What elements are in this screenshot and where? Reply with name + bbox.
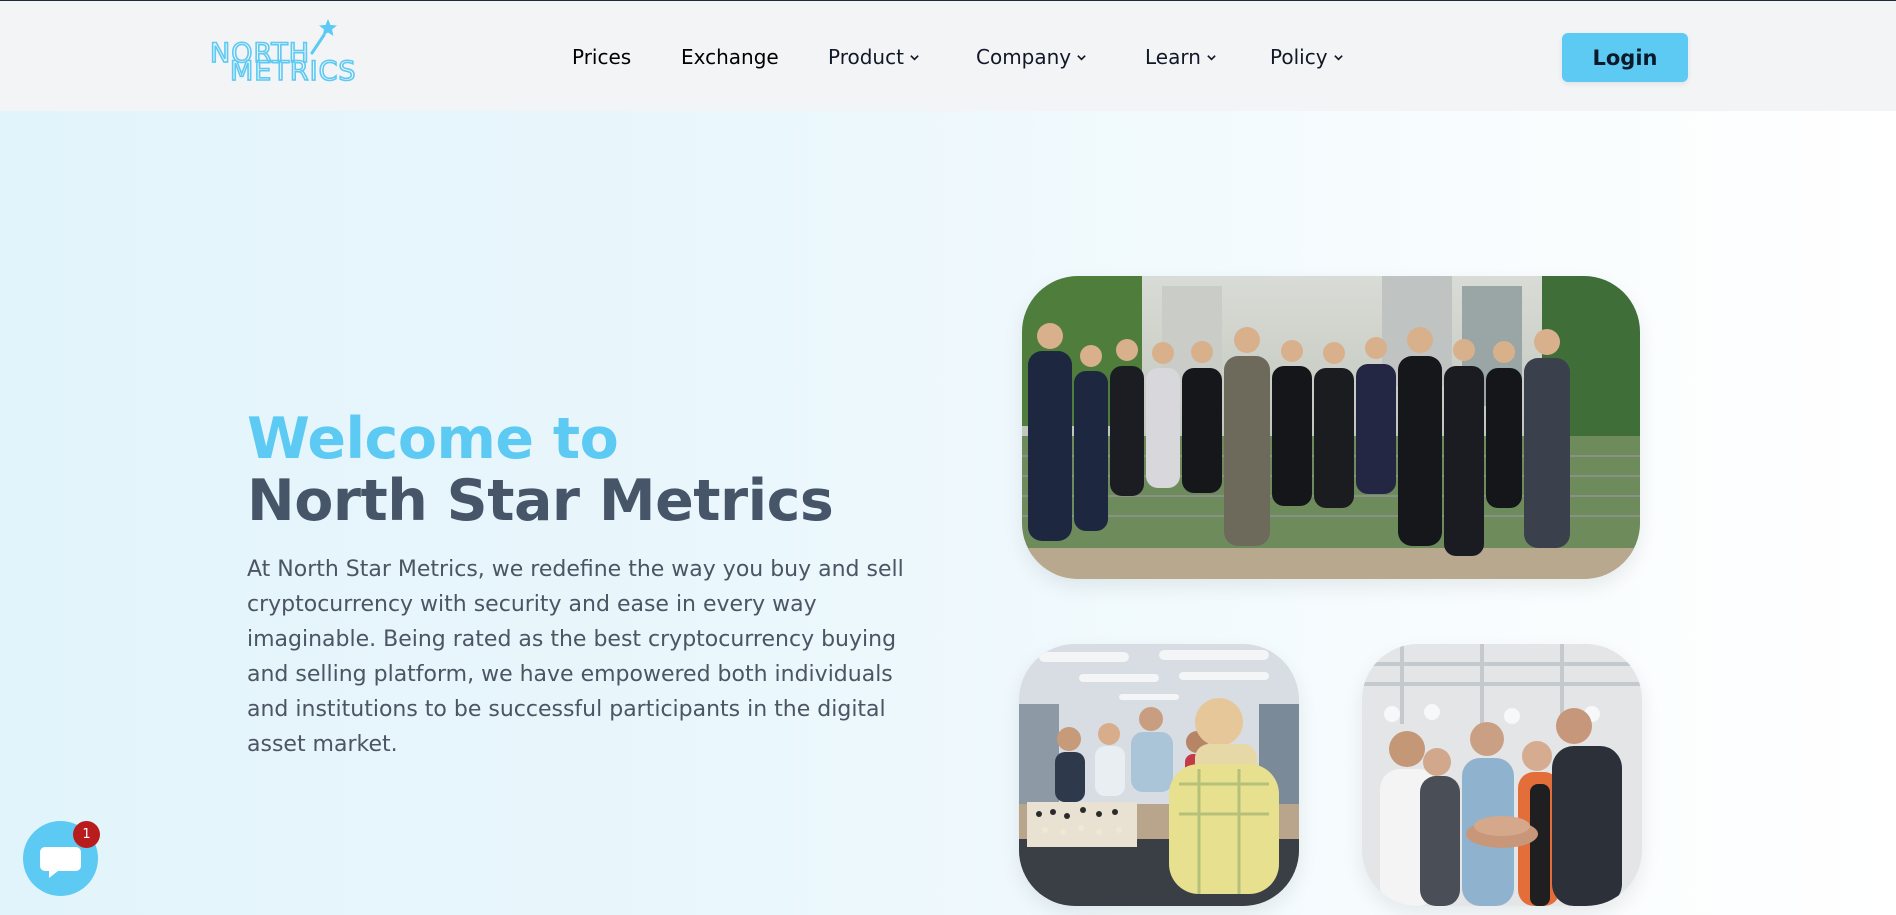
hero-brand-heading: North Star Metrics bbox=[247, 468, 834, 534]
nav-exchange[interactable]: Exchange bbox=[681, 45, 779, 69]
nav-prices-label: Prices bbox=[572, 45, 632, 69]
nav-policy-label: Policy bbox=[1270, 45, 1328, 69]
nav-company[interactable]: Company bbox=[976, 45, 1087, 69]
north-star-metrics-logo[interactable]: NORTH METRICS bbox=[210, 17, 360, 85]
nav-company-label: Company bbox=[976, 45, 1072, 69]
hero-welcome-heading: Welcome to bbox=[247, 406, 619, 472]
logo-text-line2: METRICS bbox=[230, 56, 357, 85]
chevron-down-icon bbox=[1077, 54, 1086, 61]
team-hands-photo bbox=[1362, 644, 1642, 906]
nav-exchange-label: Exchange bbox=[681, 45, 779, 69]
nav-product-label: Product bbox=[828, 45, 904, 69]
nav-prices[interactable]: Prices bbox=[572, 45, 631, 69]
star-icon bbox=[319, 19, 337, 36]
nav-learn[interactable]: Learn bbox=[1145, 45, 1217, 69]
site-header: NORTH METRICS Prices Exchange Product Co… bbox=[0, 1, 1896, 111]
nav-learn-label: Learn bbox=[1145, 45, 1201, 69]
chevron-down-icon bbox=[1333, 54, 1343, 61]
nav-policy[interactable]: Policy bbox=[1270, 45, 1344, 69]
team-lineup-photo bbox=[1022, 276, 1640, 579]
nav-product[interactable]: Product bbox=[828, 45, 920, 69]
office-chess-photo bbox=[1019, 644, 1299, 906]
hero-description: At North Star Metrics, we redefine the w… bbox=[247, 557, 904, 757]
chevron-down-icon bbox=[1207, 54, 1216, 61]
chat-notification-badge: 1 bbox=[73, 821, 100, 848]
login-button[interactable]: Login bbox=[1562, 33, 1688, 82]
chevron-down-icon bbox=[910, 54, 919, 61]
